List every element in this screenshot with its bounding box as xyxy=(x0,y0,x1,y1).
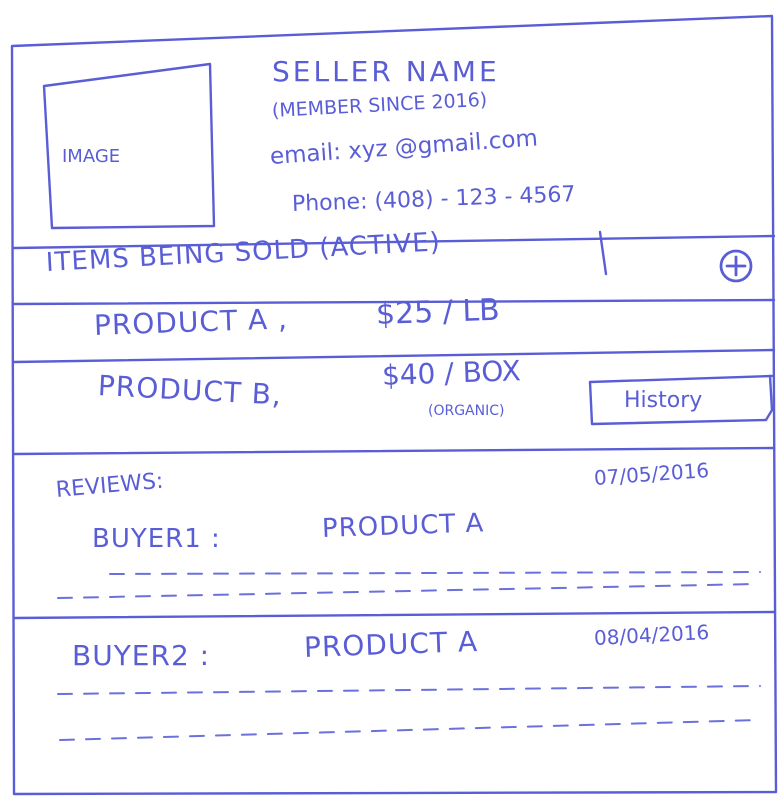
review-2-text-line-1 xyxy=(57,685,761,695)
review-1-product: PRODUCT A xyxy=(321,508,485,544)
review-1-text-line-1 xyxy=(109,571,761,575)
product-a-price: $25 / LB xyxy=(375,292,501,332)
divider-product-b xyxy=(12,446,776,456)
seller-name: SELLER NAME xyxy=(272,55,500,88)
review-2-date: 08/04/2016 xyxy=(593,619,710,650)
review-1-text-line-2 xyxy=(57,583,757,599)
review-2-buyer: BUYER2 : xyxy=(72,639,211,672)
product-b-note: (ORGANIC) xyxy=(428,403,505,419)
product-a-name: PRODUCT A , xyxy=(93,302,289,342)
plus-circle-icon[interactable] xyxy=(718,248,754,284)
history-button[interactable]: History xyxy=(624,390,702,412)
review-2-product: PRODUCT A xyxy=(303,624,479,664)
review-2-text-line-2 xyxy=(59,719,759,741)
review-1-buyer: BUYER1 : xyxy=(92,524,221,554)
divider-review-1 xyxy=(12,610,776,620)
image-label: IMAGE xyxy=(62,146,121,167)
product-b-price: $40 / BOX xyxy=(381,354,522,392)
